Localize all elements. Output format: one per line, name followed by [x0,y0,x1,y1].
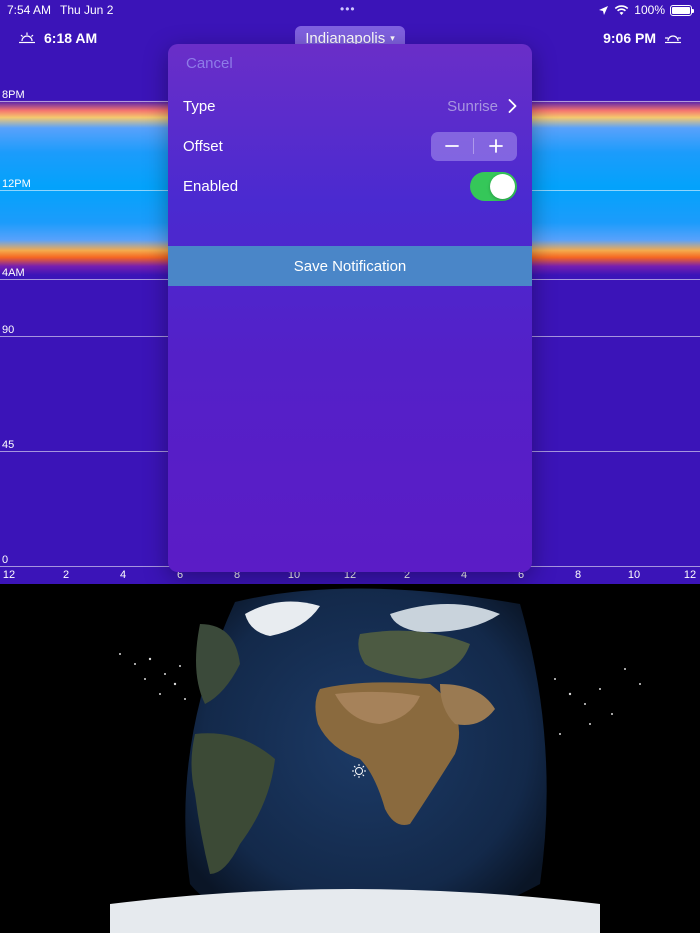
y-label: 12PM [2,178,31,190]
x-tick: 12 [683,569,697,581]
chevron-right-icon [508,99,517,113]
y-label: 90 [2,324,15,336]
offset-stepper [431,131,517,161]
decrement-button[interactable] [432,132,472,161]
status-date: Thu Jun 2 [60,3,114,17]
x-tick: 8 [574,569,582,581]
enabled-row: Enabled [183,170,517,202]
sunset-display: 9:06 PM [603,30,682,46]
plus-icon [489,139,504,153]
status-time: 7:54 AM [7,3,52,17]
battery-percent: 100% [634,3,665,17]
type-label: Type [183,97,216,115]
enabled-label: Enabled [183,177,239,195]
toggle-knob [490,173,515,199]
save-notification-button[interactable]: Save Notification [168,246,532,286]
type-value-group[interactable]: Sunrise [447,98,517,115]
wifi-icon [615,4,629,15]
status-bar: 7:54 AM Thu Jun 2 ••• 100% [0,0,700,20]
notification-popover: Cancel Type Sunrise Offset Enabled Save … [168,44,532,572]
y-label: 4AM [2,267,25,279]
battery-icon [670,4,694,16]
status-indicators: 100% [598,3,694,17]
x-tick: 2 [62,569,70,581]
enabled-toggle[interactable] [470,171,517,201]
location-arrow-icon [599,5,609,15]
x-tick: 12 [2,569,16,581]
sunset-time: 9:06 PM [603,30,656,46]
offset-row: Offset [183,130,517,162]
sunrise-time: 6:18 AM [44,30,98,46]
x-tick: 4 [119,569,127,581]
offset-label: Offset [183,137,223,155]
y-label: 45 [2,439,15,451]
sunset-icon [665,35,681,44]
sunrise-display: 6:18 AM [18,30,97,46]
minus-icon [444,145,459,147]
y-label: 8PM [2,89,25,101]
type-value: Sunrise [447,97,498,115]
x-tick: 10 [627,569,641,581]
increment-button[interactable] [476,132,516,161]
y-label: 0 [2,554,9,566]
multitasking-dots[interactable]: ••• [340,2,356,16]
world-daylight-map [0,584,700,933]
sunrise-icon [19,32,35,44]
type-row[interactable]: Type Sunrise [183,90,517,122]
stepper-divider [473,138,475,154]
world-map-graphic [110,588,641,933]
chevron-down-icon: ▾ [390,32,395,43]
cancel-button[interactable]: Cancel [186,55,233,72]
